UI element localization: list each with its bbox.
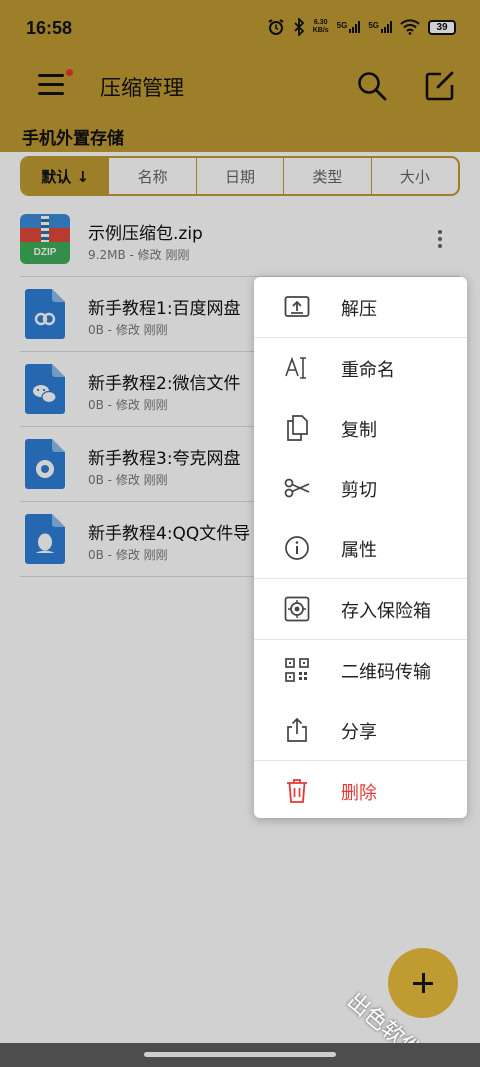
menu-item-properties[interactable]: 属性 (254, 518, 467, 578)
menu-item-share[interactable]: 分享 (254, 700, 467, 760)
menu-item-label: 重命名 (341, 360, 395, 381)
menu-item-delete[interactable]: 删除 (254, 761, 467, 818)
menu-item-label: 剪切 (341, 480, 377, 501)
menu-item-label: 存入保险箱 (341, 601, 431, 622)
info-icon (285, 536, 309, 560)
menu-item-label: 删除 (341, 783, 377, 804)
menu-item-label: 二维码传输 (341, 662, 431, 683)
share-icon (287, 717, 307, 742)
menu-item-copy[interactable]: 复制 (254, 398, 467, 458)
extract-icon (284, 296, 310, 317)
menu-item-rename[interactable]: 重命名 (254, 338, 467, 398)
menu-item-extract[interactable]: 解压 (254, 277, 467, 337)
menu-item-label: 属性 (341, 540, 377, 561)
menu-item-label: 分享 (341, 722, 377, 743)
copy-icon (287, 415, 308, 441)
menu-item-safe[interactable]: 存入保险箱 (254, 579, 467, 639)
menu-item-label: 复制 (341, 420, 377, 441)
safe-icon (284, 596, 310, 622)
trash-icon (287, 779, 307, 803)
rename-icon (285, 356, 306, 379)
qrcode-icon (285, 658, 309, 682)
menu-item-qrcode[interactable]: 二维码传输 (254, 640, 467, 700)
menu-item-cut[interactable]: 剪切 (254, 458, 467, 518)
menu-item-label: 解压 (341, 299, 377, 320)
home-gesture-handle[interactable] (144, 1052, 336, 1057)
system-nav-bar (0, 1043, 480, 1067)
scissors-icon (284, 478, 310, 498)
add-fab[interactable] (388, 948, 458, 1018)
context-menu: 解压 重命名 复制 剪切 属性 存入保险箱 二维码传输 分享 删除 (254, 277, 467, 818)
